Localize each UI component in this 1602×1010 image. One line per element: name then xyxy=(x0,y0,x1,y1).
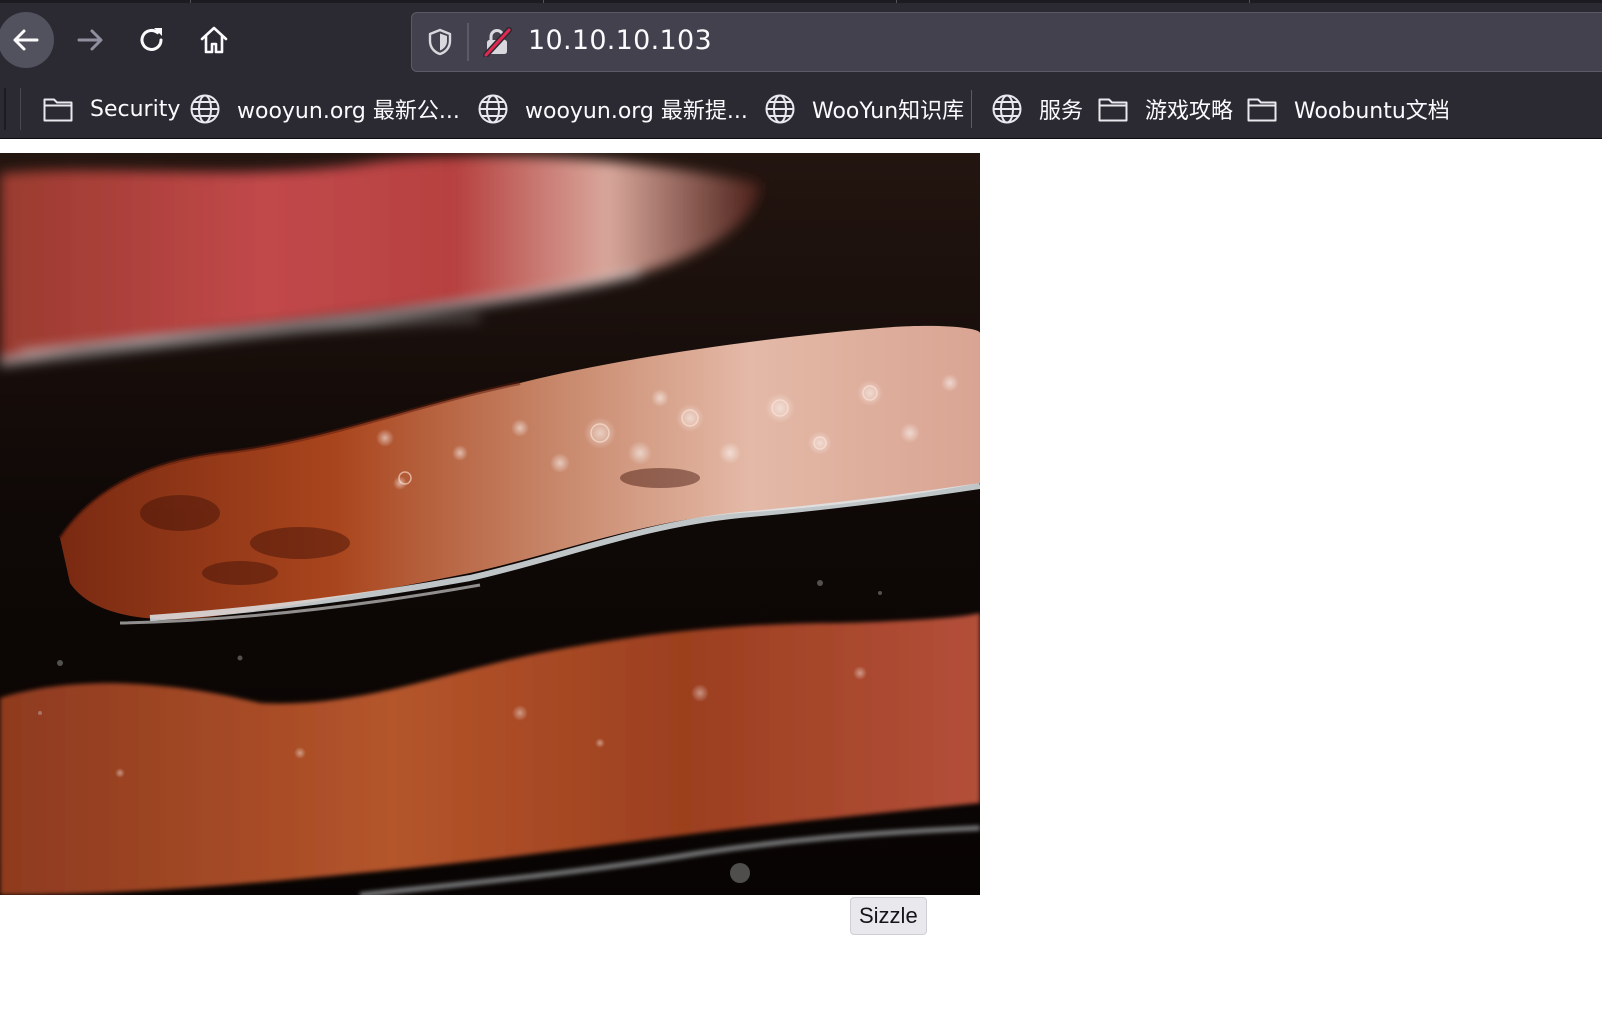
globe-icon xyxy=(190,94,220,124)
page-content: Sizzle xyxy=(0,139,1602,1010)
arrow-right-icon xyxy=(77,29,103,51)
reload-button[interactable] xyxy=(124,12,180,68)
toolbar-separator xyxy=(4,88,6,130)
navigation-toolbar: 10.10.10.103 xyxy=(0,0,1602,84)
forward-button[interactable] xyxy=(62,12,118,68)
folder-icon xyxy=(1247,98,1277,122)
bookmark-label: wooyun.org 最新公... xyxy=(237,99,460,124)
sizzle-button[interactable]: Sizzle xyxy=(850,897,927,935)
toolbar-separator xyxy=(20,88,21,130)
url-text[interactable]: 10.10.10.103 xyxy=(528,25,712,56)
bookmark-label: Woobuntu文档 xyxy=(1294,99,1450,124)
bookmark-wooyun-latest-submit[interactable]: wooyun.org 最新提... xyxy=(477,90,748,128)
url-bar-divider xyxy=(467,23,469,61)
globe-icon xyxy=(478,94,508,124)
bookmark-label: 服务 xyxy=(1039,99,1084,124)
arrow-left-icon xyxy=(13,29,39,51)
bookmark-label: 游戏攻略 xyxy=(1145,99,1234,124)
browser-chrome: 10.10.10.103 Security wooyun.org 最新公... xyxy=(0,0,1602,139)
bookmark-label: wooyun.org 最新提... xyxy=(525,99,748,124)
bookmark-woobuntu-docs-folder[interactable]: Woobuntu文档 xyxy=(1246,90,1450,128)
bacon-photo-illustration xyxy=(0,153,980,895)
bacon-image xyxy=(0,153,980,895)
shield-icon[interactable] xyxy=(426,27,454,57)
bookmark-separator xyxy=(971,90,972,128)
insecure-lock-icon[interactable] xyxy=(482,27,512,57)
folder-icon xyxy=(1098,98,1128,122)
folder-icon xyxy=(43,98,73,122)
bookmark-label: WooYun知识库 xyxy=(812,99,965,124)
home-icon xyxy=(200,26,228,54)
bookmark-wooyun-knowledge[interactable]: WooYun知识库 xyxy=(764,90,964,128)
globe-icon xyxy=(992,94,1022,124)
bookmark-label: Security xyxy=(90,96,181,122)
bookmark-game-guides-folder[interactable]: 游戏攻略 xyxy=(1097,90,1233,128)
globe-icon xyxy=(765,94,795,124)
home-button[interactable] xyxy=(186,12,242,68)
bookmark-wooyun-latest-public[interactable]: wooyun.org 最新公... xyxy=(189,90,460,128)
bookmark-services[interactable]: 服务 xyxy=(991,90,1083,128)
bookmark-security-folder[interactable]: Security xyxy=(42,90,180,128)
url-bar[interactable]: 10.10.10.103 xyxy=(411,12,1602,72)
back-button[interactable] xyxy=(0,12,54,68)
bookmarks-toolbar: Security wooyun.org 最新公... wooyun.org 最新… xyxy=(0,84,1602,136)
reload-icon xyxy=(140,28,163,51)
